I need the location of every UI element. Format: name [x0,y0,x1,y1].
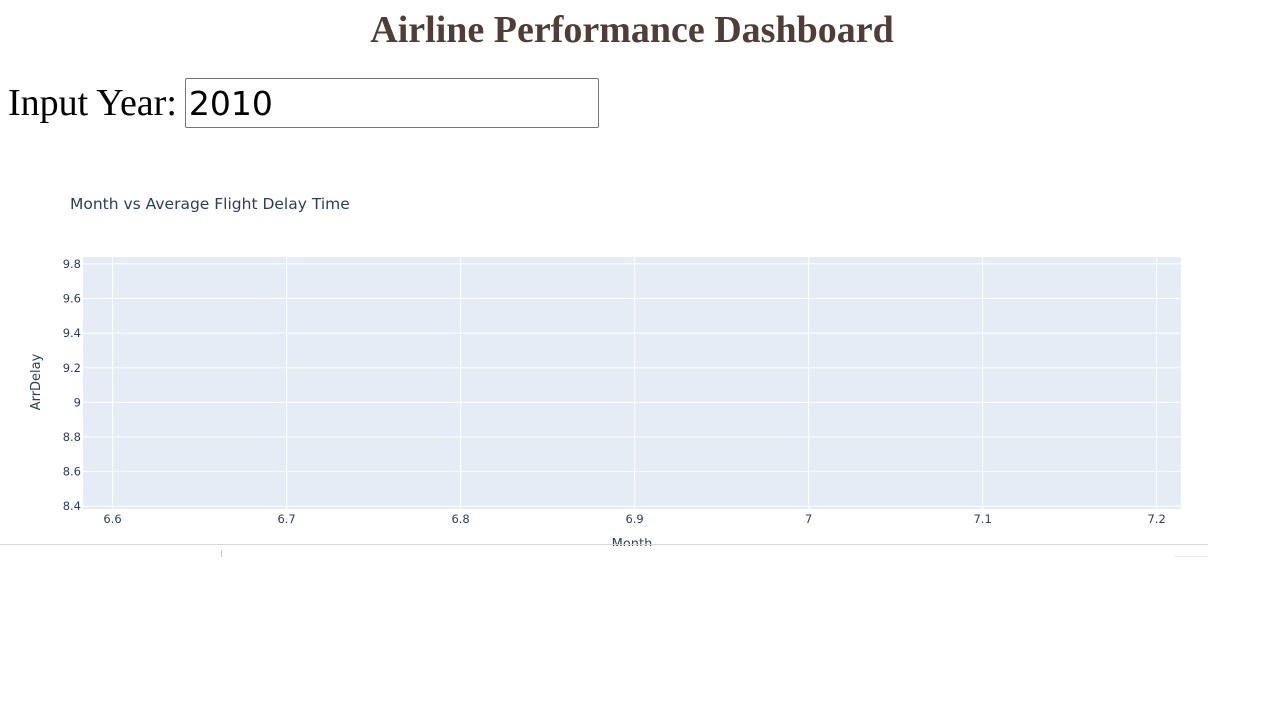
x-tick-label: 6.7 [277,512,295,526]
x-tick-label: 7.1 [973,512,991,526]
y-tick-label: 8.6 [63,465,81,479]
x-tick-label: 7.2 [1147,512,1165,526]
y-tick-label: 9.6 [63,292,81,306]
y-tick-label: 9.8 [63,257,81,271]
x-tick-label: 6.9 [625,512,643,526]
year-input[interactable] [184,78,599,128]
y-tick-label: 9 [74,395,81,409]
graph-tick-mark [221,550,222,557]
x-tick-label: 6.8 [451,512,469,526]
x-tick-labels: 6.6 6.7 6.8 6.9 7 7.1 7.2 [103,512,1165,526]
year-input-label: Input Year: [8,82,177,124]
y-tick-labels: 8.4 8.6 8.8 9 9.2 9.4 9.6 9.8 [63,257,81,513]
chart-svg: Month vs Average Flight Delay Time 6.6 6.… [29,195,1181,546]
page-title: Airline Performance Dashboard [370,9,894,51]
graph-bottom-border [0,544,1208,545]
graph-corner-mark [1175,556,1208,557]
line-chart: Month vs Average Flight Delay Time 6.6 6.… [0,168,1208,546]
x-tick-label: 6.6 [103,512,121,526]
y-tick-label: 9.4 [63,326,81,340]
x-tick-label: 7 [805,512,812,526]
y-tick-label: 8.8 [63,430,81,444]
y-tick-label: 8.4 [63,499,81,513]
y-tick-label: 9.2 [63,361,81,375]
chart-title: Month vs Average Flight Delay Time [70,195,350,213]
y-axis-title: ArrDelay [29,353,44,410]
year-input-row: Input Year: [8,76,599,130]
